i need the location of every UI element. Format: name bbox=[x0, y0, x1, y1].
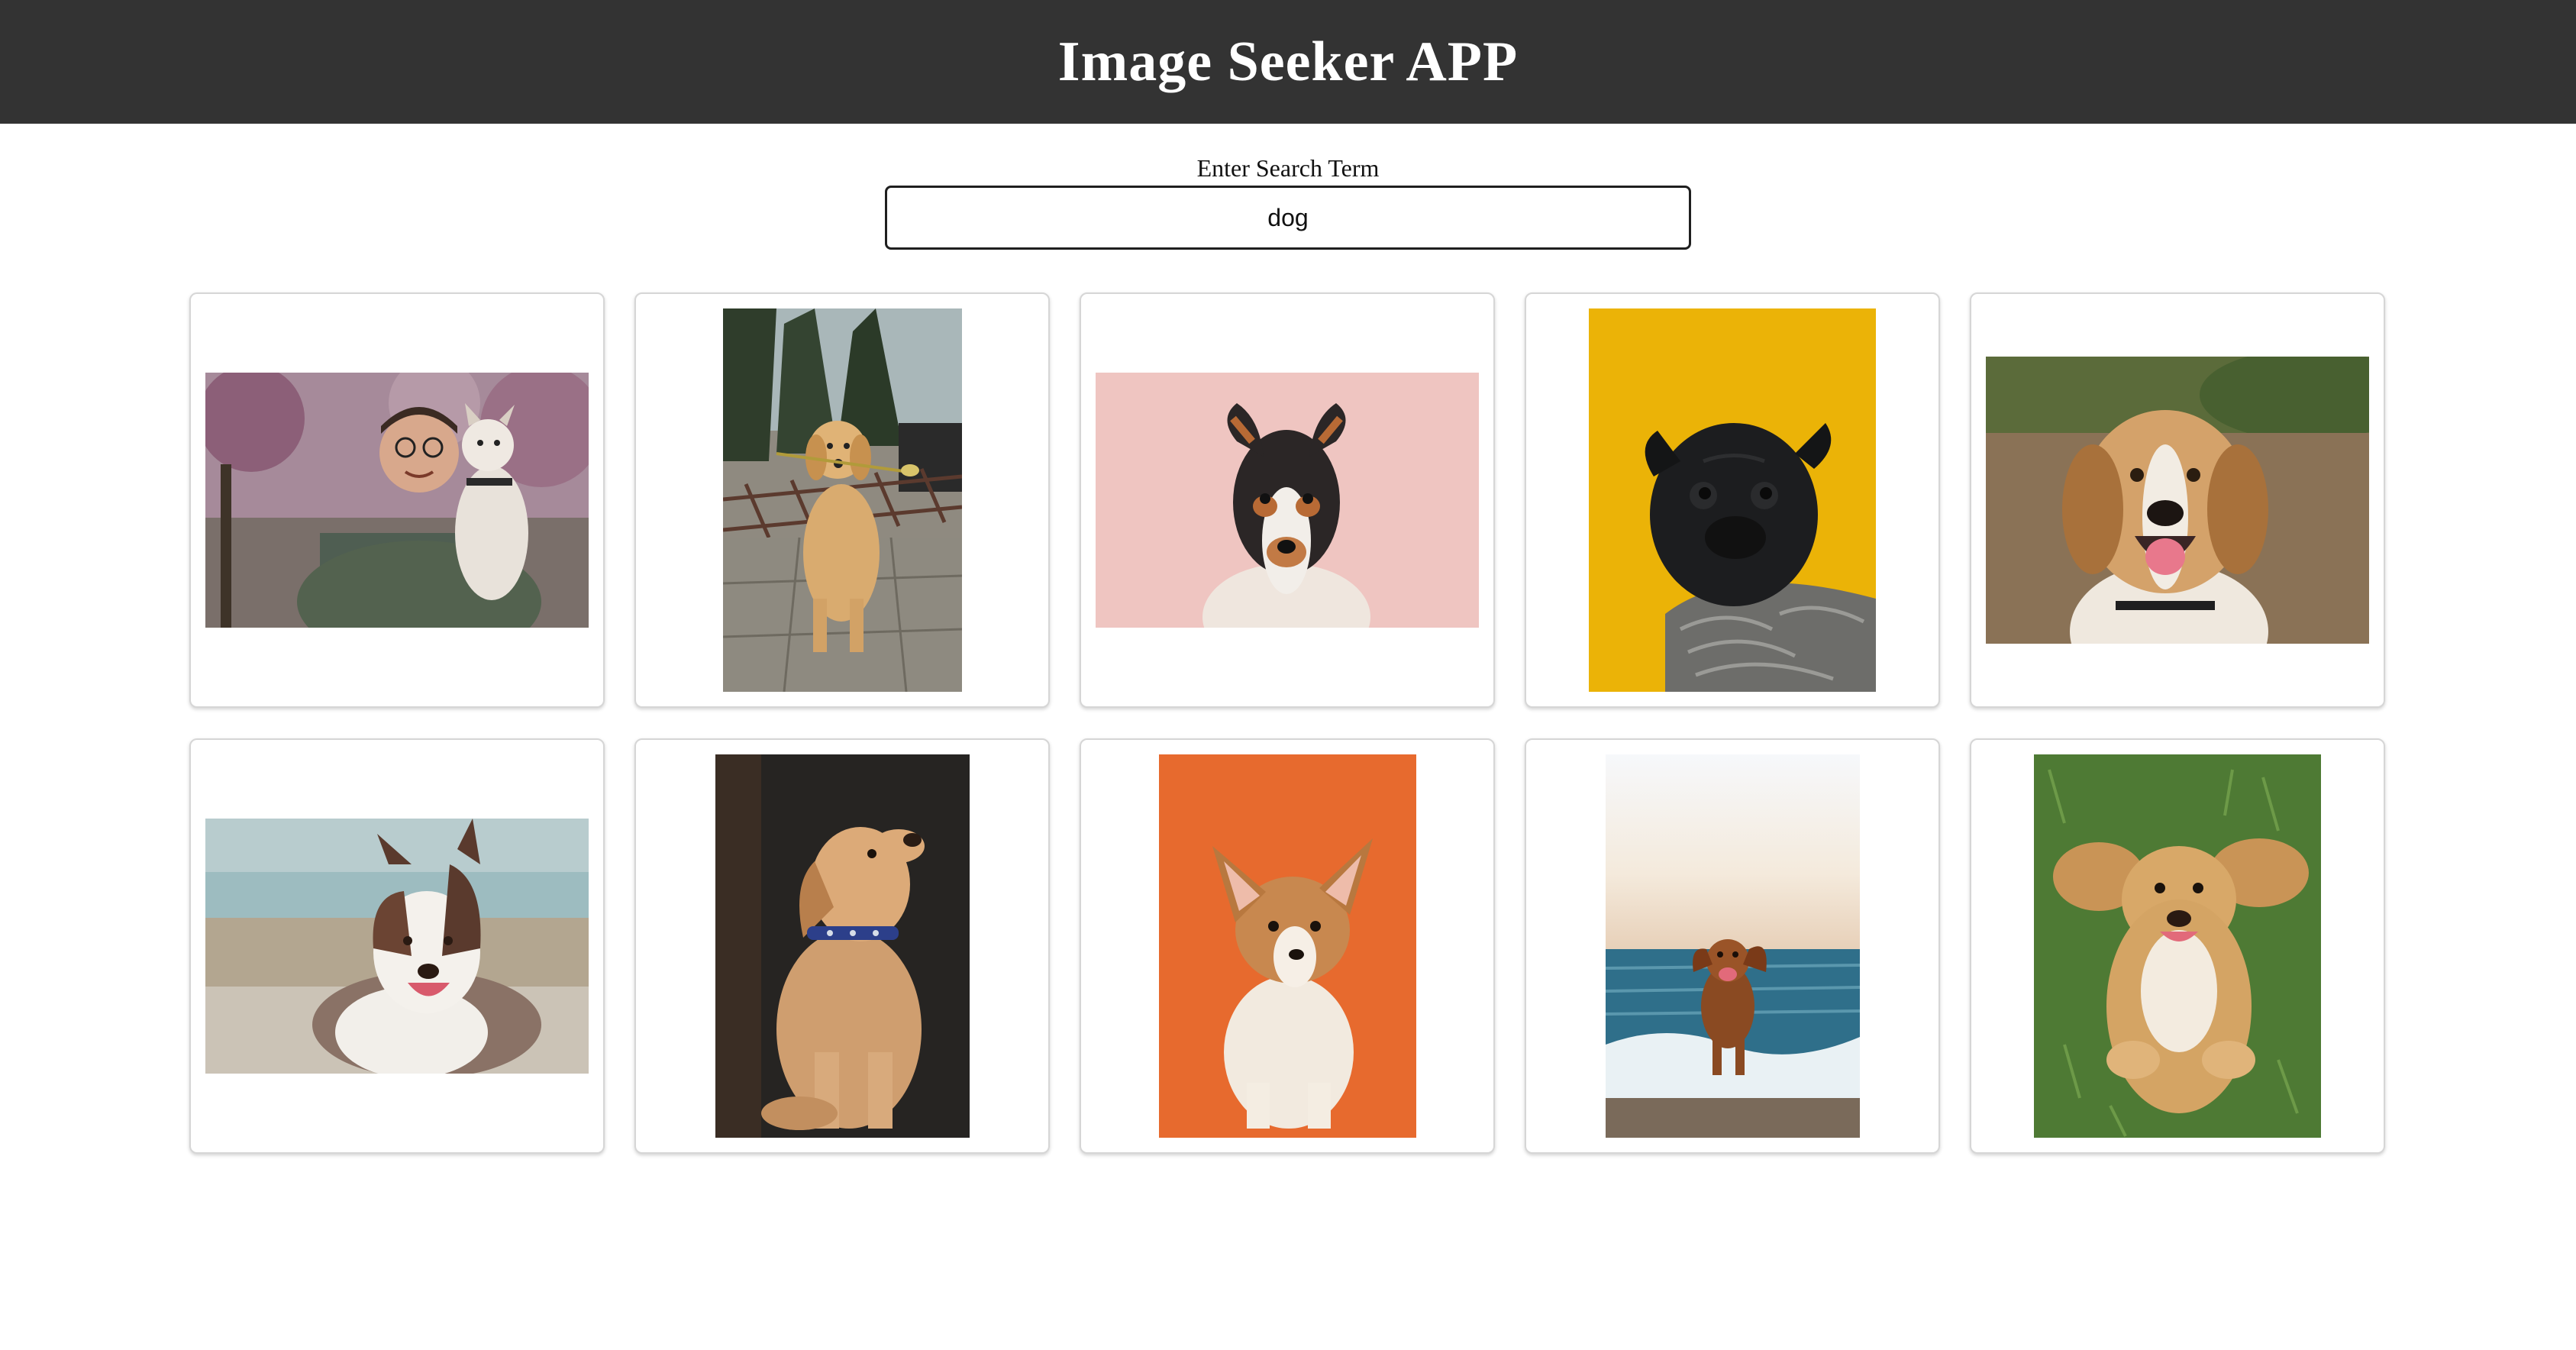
result-card[interactable] bbox=[634, 292, 1050, 708]
result-card[interactable] bbox=[634, 738, 1050, 1154]
search-input[interactable] bbox=[885, 186, 1691, 250]
result-card[interactable] bbox=[1080, 738, 1495, 1154]
search-label: Enter Search Term bbox=[1196, 154, 1380, 182]
result-card[interactable] bbox=[189, 738, 605, 1154]
result-card[interactable] bbox=[1970, 738, 2385, 1154]
result-card[interactable] bbox=[1080, 292, 1495, 708]
app-title: Image Seeker APP bbox=[1057, 30, 1519, 93]
photo-corgi-orange-background bbox=[1158, 754, 1416, 1138]
photo-terrier-pink-background bbox=[1096, 373, 1479, 628]
photo-dog-running-ocean bbox=[1605, 754, 1860, 1138]
results-grid bbox=[189, 292, 2387, 1154]
app-header: Image Seeker APP bbox=[0, 0, 2576, 124]
photo-pug-yellow-background bbox=[1589, 308, 1876, 692]
result-card[interactable] bbox=[1970, 292, 2385, 708]
photo-beagle-smiling bbox=[1986, 357, 2369, 644]
photo-labrador-puppy-dark bbox=[715, 754, 970, 1138]
photo-spaniel-in-grass bbox=[2034, 754, 2321, 1138]
photo-man-holding-dog bbox=[205, 373, 589, 628]
result-card[interactable] bbox=[1525, 738, 1940, 1154]
photo-retriever-with-flower bbox=[722, 308, 962, 692]
photo-australian-shepherd-beach bbox=[205, 819, 589, 1074]
result-card[interactable] bbox=[1525, 292, 1940, 708]
result-card[interactable] bbox=[189, 292, 605, 708]
search-section: Enter Search Term bbox=[0, 150, 2576, 250]
